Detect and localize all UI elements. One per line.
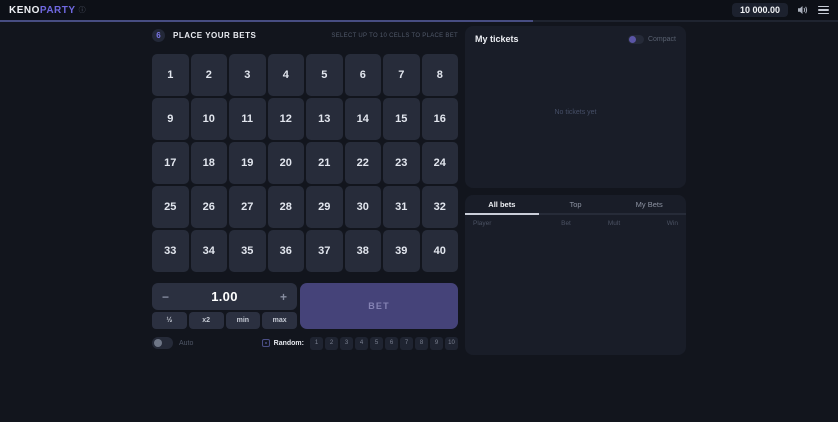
number-cell[interactable]: 24 [422, 142, 459, 184]
bets-tab[interactable]: My Bets [612, 200, 686, 209]
bets-columns: PlayerBetMultWin [465, 215, 686, 231]
bet-amount-value[interactable]: 1.00 [211, 289, 238, 304]
number-cell[interactable]: 22 [345, 142, 382, 184]
round-number-badge: 6 [152, 29, 165, 42]
game-header: 6 PLACE YOUR BETS SELECT UP TO 10 CELLS … [152, 28, 458, 43]
quick-bet-button[interactable]: max [262, 312, 297, 329]
number-cell[interactable]: 15 [383, 98, 420, 140]
quick-buttons: ½x2minmax [152, 312, 297, 329]
game-subtitle: SELECT UP TO 10 CELLS TO PLACE BET [331, 33, 458, 39]
auto-toggle-knob [154, 339, 162, 347]
number-cell[interactable]: 36 [268, 230, 305, 272]
bets-tab[interactable]: Top [539, 200, 613, 209]
bet-button[interactable]: BET [300, 283, 458, 329]
app-logo: KENOPARTY ⓘ [9, 5, 86, 16]
number-cell[interactable]: 2 [191, 54, 228, 96]
number-cell[interactable]: 14 [345, 98, 382, 140]
number-cell[interactable]: 35 [229, 230, 266, 272]
number-cell[interactable]: 12 [268, 98, 305, 140]
number-cell[interactable]: 33 [152, 230, 189, 272]
decrease-bet-button[interactable]: − [162, 291, 169, 303]
number-cell[interactable]: 10 [191, 98, 228, 140]
number-cell[interactable]: 32 [422, 186, 459, 228]
number-cell[interactable]: 39 [383, 230, 420, 272]
bets-column-header: Mult [588, 220, 640, 227]
number-cell[interactable]: 13 [306, 98, 343, 140]
info-icon[interactable]: ⓘ [79, 5, 87, 15]
auto-label: Auto [179, 340, 193, 347]
auto-toggle[interactable] [152, 337, 173, 349]
number-cell[interactable]: 6 [345, 54, 382, 96]
random-label: Random: [274, 340, 304, 347]
number-cell[interactable]: 31 [383, 186, 420, 228]
random-count-chip[interactable]: 4 [355, 337, 368, 350]
bets-tab[interactable]: All bets [465, 200, 539, 209]
bets-panel: All betsTopMy Bets PlayerBetMultWin [465, 195, 686, 355]
number-cell[interactable]: 5 [306, 54, 343, 96]
dice-icon [262, 339, 270, 347]
random-count-chip[interactable]: 7 [400, 337, 413, 350]
number-cell[interactable]: 17 [152, 142, 189, 184]
number-grid: 1234567891011121314151617181920212223242… [152, 54, 458, 272]
random-chips: 12345678910 [310, 337, 458, 350]
number-cell[interactable]: 21 [306, 142, 343, 184]
game-area: 6 PLACE YOUR BETS SELECT UP TO 10 CELLS … [152, 28, 458, 350]
number-cell[interactable]: 9 [152, 98, 189, 140]
random-count-chip[interactable]: 5 [370, 337, 383, 350]
number-cell[interactable]: 11 [229, 98, 266, 140]
random-count-chip[interactable]: 2 [325, 337, 338, 350]
number-cell[interactable]: 28 [268, 186, 305, 228]
logo-party: PARTY [40, 5, 76, 16]
round-progress-fill [0, 20, 533, 22]
number-cell[interactable]: 26 [191, 186, 228, 228]
number-cell[interactable]: 38 [345, 230, 382, 272]
bet-amount-box: − 1.00 + [152, 283, 297, 310]
number-cell[interactable]: 29 [306, 186, 343, 228]
number-cell[interactable]: 1 [152, 54, 189, 96]
number-cell[interactable]: 40 [422, 230, 459, 272]
bottom-controls: Auto Random: 12345678910 [152, 336, 458, 350]
round-progress-track [0, 20, 838, 22]
number-cell[interactable]: 16 [422, 98, 459, 140]
number-cell[interactable]: 18 [191, 142, 228, 184]
bets-column-header: Win [640, 220, 678, 227]
bets-column-header: Player [473, 220, 544, 227]
random-count-chip[interactable]: 1 [310, 337, 323, 350]
increase-bet-button[interactable]: + [280, 291, 287, 303]
number-cell[interactable]: 34 [191, 230, 228, 272]
number-cell[interactable]: 19 [229, 142, 266, 184]
number-cell[interactable]: 30 [345, 186, 382, 228]
game-title: PLACE YOUR BETS [173, 31, 256, 40]
number-cell[interactable]: 8 [422, 54, 459, 96]
bets-tabs: All betsTopMy Bets [465, 195, 686, 213]
number-cell[interactable]: 20 [268, 142, 305, 184]
random-count-chip[interactable]: 9 [430, 337, 443, 350]
my-tickets-title: My tickets [475, 34, 519, 44]
my-tickets-panel: My tickets Compact No tickets yet [465, 26, 686, 188]
topbar: KENOPARTY ⓘ 10 000.00 [0, 0, 838, 20]
logo-keno: KENO [9, 5, 40, 16]
number-cell[interactable]: 23 [383, 142, 420, 184]
quick-bet-button[interactable]: x2 [189, 312, 224, 329]
random-count-chip[interactable]: 10 [445, 337, 458, 350]
no-tickets-message: No tickets yet [475, 44, 676, 180]
quick-bet-button[interactable]: min [226, 312, 261, 329]
compact-toggle[interactable] [628, 35, 644, 44]
number-cell[interactable]: 37 [306, 230, 343, 272]
balance-display: 10 000.00 [732, 3, 788, 17]
random-count-chip[interactable]: 8 [415, 337, 428, 350]
volume-icon[interactable] [797, 5, 809, 15]
number-cell[interactable]: 4 [268, 54, 305, 96]
compact-label: Compact [648, 36, 676, 43]
number-cell[interactable]: 7 [383, 54, 420, 96]
number-cell[interactable]: 25 [152, 186, 189, 228]
quick-bet-button[interactable]: ½ [152, 312, 187, 329]
bets-column-header: Bet [544, 220, 588, 227]
compact-toggle-knob [629, 36, 636, 43]
number-cell[interactable]: 27 [229, 186, 266, 228]
number-cell[interactable]: 3 [229, 54, 266, 96]
hamburger-menu-icon[interactable] [818, 6, 829, 15]
random-count-chip[interactable]: 6 [385, 337, 398, 350]
random-count-chip[interactable]: 3 [340, 337, 353, 350]
